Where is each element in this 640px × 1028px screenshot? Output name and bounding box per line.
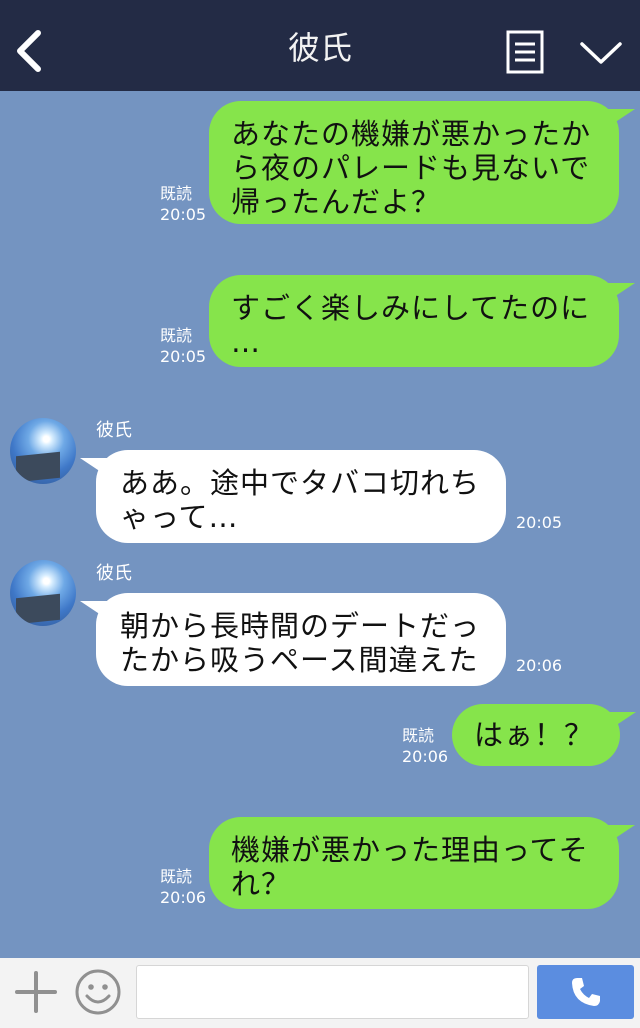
call-button[interactable] [537,965,634,1019]
note-icon[interactable] [506,30,544,74]
message-time: 20:06 [516,656,563,675]
message-line: 帰ったんだよ？ [231,185,442,219]
chat-title: 彼氏 [287,29,352,67]
plus-icon[interactable] [14,970,58,1014]
message-line: あなたの機嫌が悪かったか [231,117,592,151]
chat-header: 彼氏 [0,0,640,91]
message-line: はぁ！？ [474,718,595,752]
read-label: 既読 [160,184,193,203]
my-message-bubble[interactable]: はぁ！？ [452,704,636,766]
my-message-bubble[interactable]: あなたの機嫌が悪かったか ら夜のパレードも見ないで 帰ったんだよ？ [209,101,635,224]
avatar[interactable] [10,560,76,626]
my-message-bubble[interactable]: 機嫌が悪かった理由ってそ れ？ [209,817,635,909]
message-line: ああ。途中でタバコ切れち [120,466,481,500]
my-message-bubble[interactable]: すごく楽しみにしてたのに … [209,275,635,367]
message-read-status: 既読 20:06 [160,866,206,908]
avatar-building-image [16,451,60,483]
message-time: 20:05 [160,347,207,366]
message-read-status: 既読 20:05 [160,325,206,367]
read-label: 既読 [160,867,193,886]
sender-name: 彼氏 [96,563,132,584]
message-line: すごく楽しみにしてたのに [231,291,591,325]
message-line: たから吸うペース間違えた [120,643,479,677]
message-input[interactable] [136,965,529,1019]
phone-icon [572,978,600,1006]
message-line: … [231,325,261,359]
message-line: 朝から長時間のデートだっ [120,609,481,643]
message-read-status: 既読 20:06 [402,725,448,767]
message-line: 機嫌が悪かった理由ってそ [231,833,589,867]
message-read-status: 既読 20:05 [160,183,206,225]
read-label: 既読 [402,726,435,745]
message-time: 20:05 [160,205,207,224]
avatar-building-image [16,593,60,625]
message-line: れ？ [231,867,292,901]
avatar[interactable] [10,418,76,484]
read-label: 既読 [160,326,193,345]
sender-name: 彼氏 [96,420,132,441]
message-line: ゃって… [120,500,239,534]
message-line: ら夜のパレードも見ないで [231,151,591,185]
emoji-icon[interactable] [74,968,122,1016]
friend-message-bubble[interactable]: ああ。途中でタバコ切れち ゃって… [80,450,506,543]
message-time: 20:05 [516,513,563,532]
chevron-down-icon[interactable] [578,38,624,68]
message-time: 20:06 [160,888,207,907]
friend-message-bubble[interactable]: 朝から長時間のデートだっ たから吸うペース間違えた [80,593,506,686]
message-time: 20:06 [402,747,449,766]
